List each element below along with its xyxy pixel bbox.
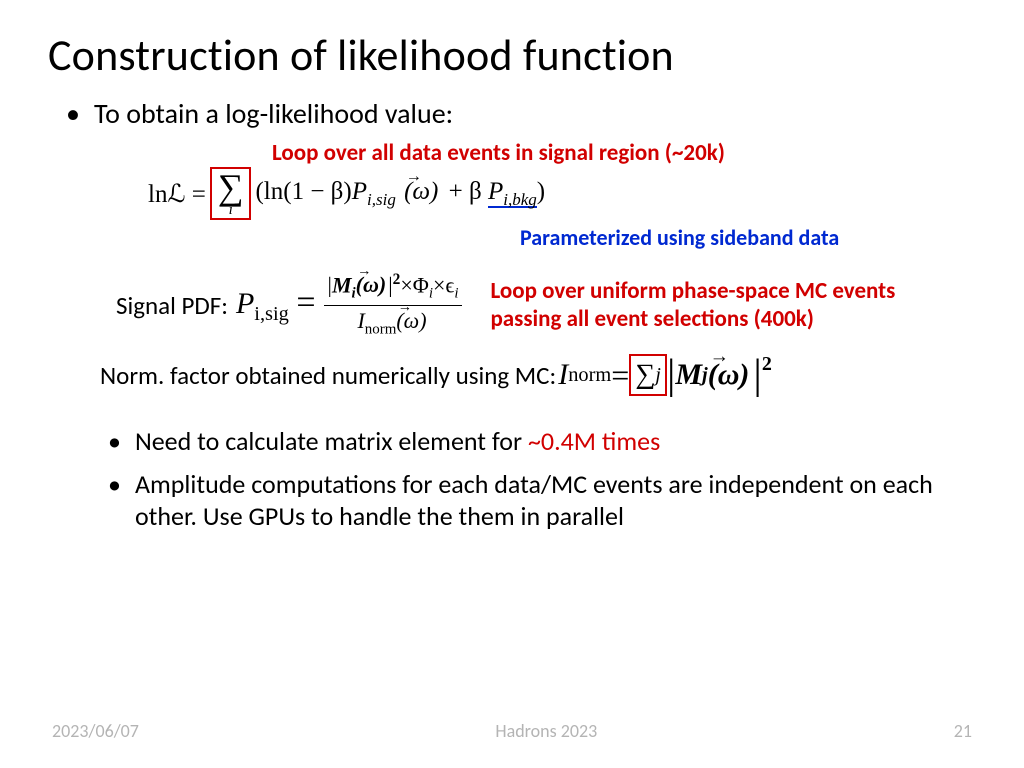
annotation-sideband: Parameterized using sideband data <box>520 224 976 251</box>
bullet-loglik: To obtain a log-likelihood value: <box>66 96 976 131</box>
slide-footer: 2023/06/07 Hadrons 2023 21 <box>0 720 1024 742</box>
sum-over-i-box: ∑ i <box>210 167 252 220</box>
bullet-calc-times: Need to calculate matrix element for ~0.… <box>108 425 976 458</box>
footer-date: 2023/06/07 <box>52 720 139 742</box>
annotation-loop-data: Loop over all data events in signal regi… <box>272 139 976 167</box>
sum-over-j-box: ∑j <box>629 354 667 396</box>
bullet-gpu: Amplitude computations for each data/MC … <box>108 468 976 533</box>
page-title: Construction of likelihood function <box>48 28 976 82</box>
equation-norm: Norm. factor obtained numerically using … <box>100 351 976 399</box>
footer-venue: Hadrons 2023 <box>495 720 597 742</box>
footer-page: 21 <box>954 720 972 742</box>
annotation-loop-mc: Loop over uniform phase-space MC events … <box>490 277 895 333</box>
equation-signal-pdf: Signal PDF: Pi,sig = |Mi(ω)|2×Φi×ϵi Inor… <box>116 271 976 339</box>
equation-lnL: lnℒ = ∑ i (ln(1 − β)Pi,sig (ω) + β Pi,bk… <box>148 167 976 220</box>
